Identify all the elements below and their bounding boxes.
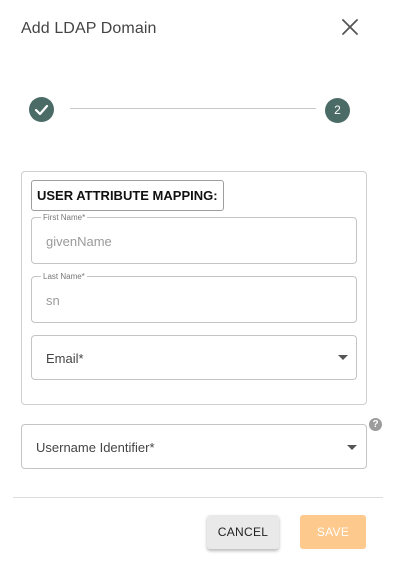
- close-icon[interactable]: [339, 16, 361, 38]
- chevron-down-icon: [338, 355, 348, 360]
- help-icon[interactable]: ?: [369, 418, 382, 431]
- last-name-value: sn: [46, 293, 60, 308]
- first-name-label: First Name*: [41, 212, 88, 223]
- section-heading: USER ATTRIBUTE MAPPING:: [31, 180, 224, 211]
- step-2-current: 2: [325, 98, 350, 123]
- last-name-field[interactable]: Last Name* sn: [31, 271, 357, 323]
- check-icon: [34, 104, 49, 116]
- username-identifier-label: Username Identifier*: [36, 440, 155, 455]
- last-name-label: Last Name*: [41, 271, 87, 282]
- email-select[interactable]: Email*: [31, 335, 357, 380]
- first-name-value: givenName: [46, 234, 112, 249]
- divider: [13, 497, 383, 498]
- username-identifier-select[interactable]: Username Identifier*: [21, 424, 367, 469]
- first-name-field[interactable]: First Name* givenName: [31, 212, 357, 264]
- step-1-complete: [29, 97, 54, 122]
- email-select-label: Email*: [46, 351, 84, 366]
- dialog-title: Add LDAP Domain: [21, 20, 157, 37]
- stepper-connector: [70, 108, 316, 109]
- chevron-down-icon: [347, 445, 357, 450]
- save-button[interactable]: SAVE: [300, 515, 366, 549]
- cancel-button[interactable]: CANCEL: [207, 515, 279, 549]
